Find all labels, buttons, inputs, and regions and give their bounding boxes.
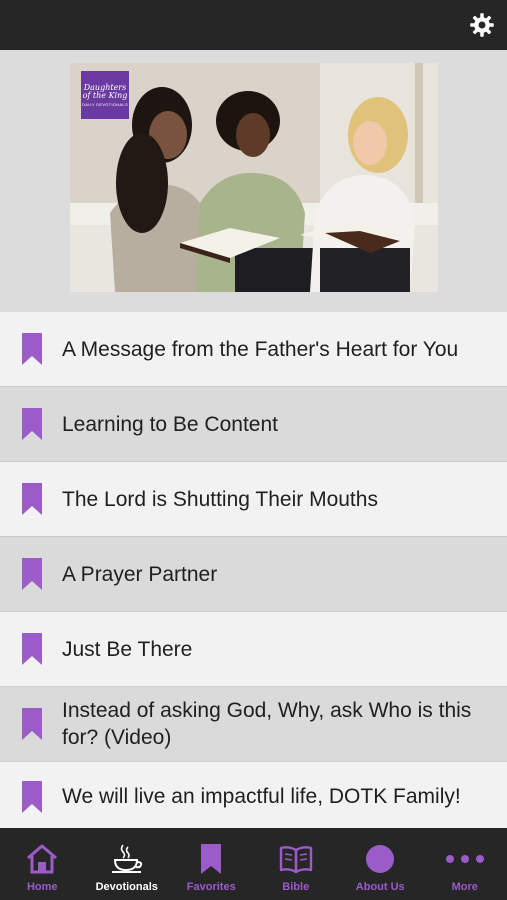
tab-label: Devotionals <box>95 881 158 893</box>
tab-home[interactable]: Home <box>0 828 85 900</box>
tab-devotionals[interactable]: Devotionals <box>85 828 170 900</box>
daughters-of-the-king-logo: Daughters of the King DAILY DEVOTIONALS <box>81 71 129 119</box>
list-item[interactable]: Learning to Be Content <box>0 387 507 462</box>
list-item[interactable]: The Lord is Shutting Their Mouths <box>0 462 507 537</box>
devotional-title: A Message from the Father's Heart for Yo… <box>62 337 459 361</box>
bookmark-icon <box>22 633 42 665</box>
list-item[interactable]: A Message from the Father's Heart for Yo… <box>0 312 507 387</box>
tab-label: Home <box>26 881 58 893</box>
list-item[interactable]: A Prayer Partner <box>0 537 507 612</box>
devotional-title: Just Be There <box>62 637 193 661</box>
tab-bible[interactable]: Bible <box>254 828 339 900</box>
devotional-title: The Lord is Shutting Their Mouths <box>62 487 378 511</box>
devotional-title: A Prayer Partner <box>62 562 218 586</box>
tab-label: Bible <box>282 881 310 893</box>
tab-about-us[interactable]: About Us <box>338 828 423 900</box>
tab-label: More <box>451 881 478 893</box>
more-dots-icon <box>445 855 484 863</box>
hero-banner: Daughters of the King DAILY DEVOTIONALS <box>0 50 507 312</box>
tab-label: Favorites <box>186 881 236 893</box>
bookmark-icon <box>22 408 42 440</box>
home-icon <box>27 844 58 874</box>
list-item[interactable]: Instead of asking God, Why, ask Who is t… <box>0 687 507 762</box>
bookmark-icon <box>22 483 42 515</box>
circle-icon <box>366 845 395 873</box>
bookmark-icon <box>22 708 42 740</box>
tab-favorites[interactable]: Favorites <box>169 828 254 900</box>
devotional-title: We will live an impactful life, DOTK Fam… <box>62 785 461 808</box>
hero-photo: Daughters of the King DAILY DEVOTIONALS <box>70 63 438 292</box>
logo-title: Daughters of the King <box>82 82 128 100</box>
coffee-cup-icon <box>111 844 142 873</box>
bookmark-icon <box>201 844 222 874</box>
tab-label: About Us <box>355 881 405 893</box>
tab-more[interactable]: More <box>423 828 507 900</box>
bottom-tab-bar: Home Devotionals Favorites Bible About U… <box>0 828 507 900</box>
devotional-list: A Message from the Father's Heart for Yo… <box>0 312 507 832</box>
devotional-title: Learning to Be Content <box>62 412 278 436</box>
gear-icon[interactable] <box>469 12 495 38</box>
open-book-icon <box>279 846 312 874</box>
list-item[interactable]: We will live an impactful life, DOTK Fam… <box>0 762 507 832</box>
top-bar <box>0 0 507 50</box>
logo-subtitle: DAILY DEVOTIONALS <box>82 101 128 107</box>
devotional-title: Instead of asking God, Why, ask Who is t… <box>62 699 472 749</box>
bookmark-icon <box>22 780 42 813</box>
bookmark-icon <box>22 558 42 590</box>
list-item[interactable]: Just Be There <box>0 612 507 687</box>
bookmark-icon <box>22 333 42 365</box>
